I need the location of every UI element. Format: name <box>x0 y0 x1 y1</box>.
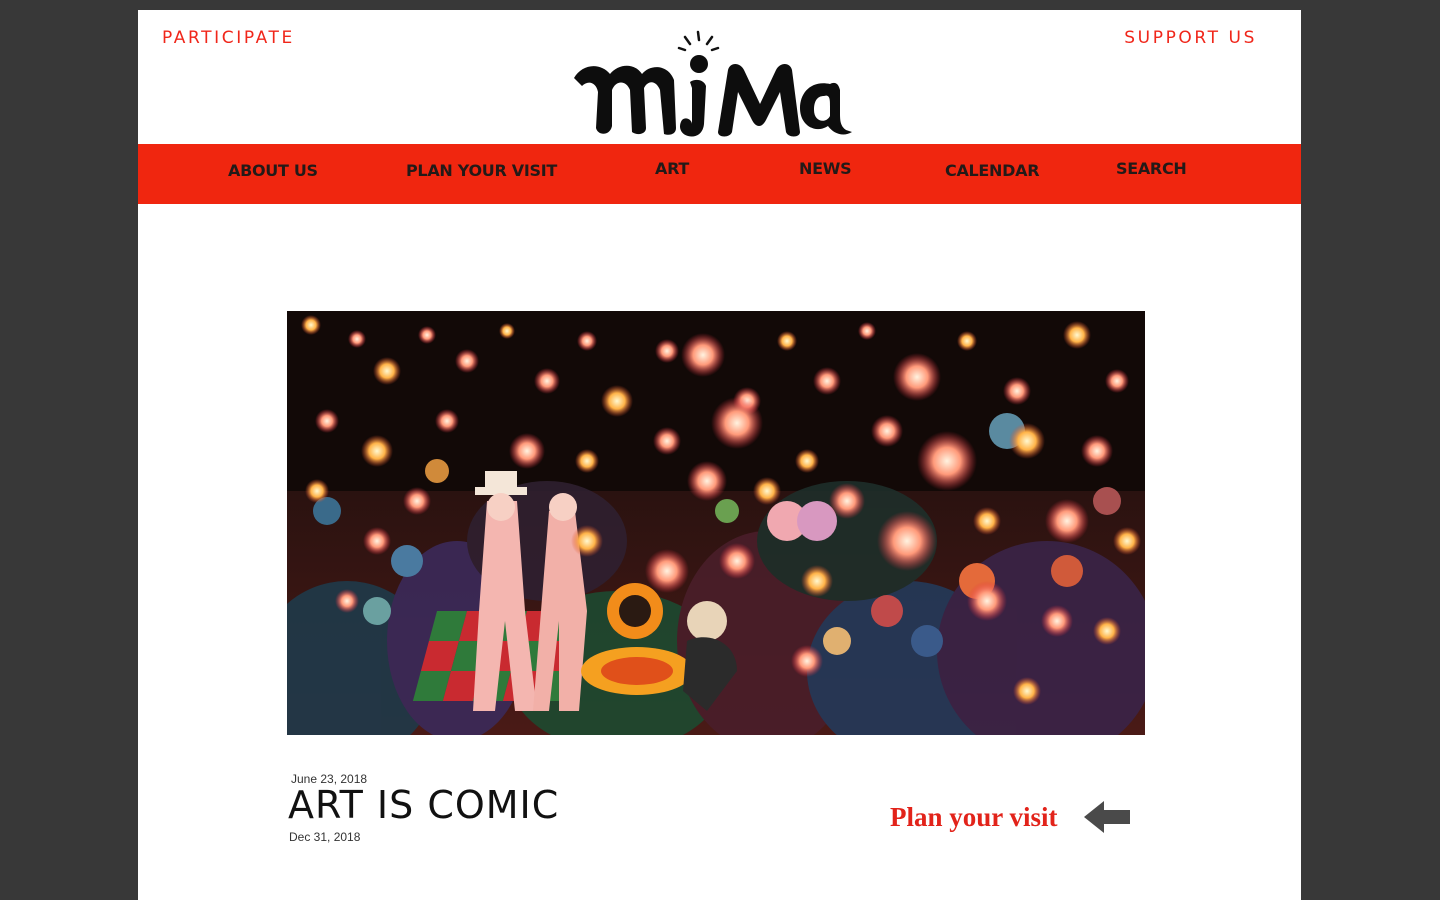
arrow-left-icon <box>1083 801 1130 833</box>
nav-search[interactable]: SEARCH <box>1116 159 1187 178</box>
mima-logo-mark <box>574 30 852 137</box>
nav-about-us[interactable]: ABOUT US <box>228 161 318 180</box>
painting-illustration <box>257 311 1157 761</box>
nav-calendar[interactable]: CALENDAR <box>945 161 1040 180</box>
nav-news[interactable]: NEWS <box>799 159 852 178</box>
participate-link[interactable]: PARTICIPATE <box>162 28 295 48</box>
plan-your-visit-label: Plan your visit <box>890 801 1058 832</box>
nav-art[interactable]: ART <box>655 159 689 178</box>
nav-plan-your-visit[interactable]: PLAN YOUR VISIT <box>406 161 557 180</box>
exhibition-end-date: Dec 31, 2018 <box>289 830 361 844</box>
exhibition-hero-image[interactable] <box>257 311 1157 761</box>
page: PARTICIPATE SUPPORT US ABOUT US PLAN YOU <box>138 10 1301 900</box>
mima-logo[interactable] <box>568 20 868 144</box>
exhibition-title[interactable]: ART IS COMIC <box>288 783 559 827</box>
main-nav: ABOUT US PLAN YOUR VISIT ART NEWS CALEND… <box>138 144 1301 204</box>
plan-your-visit-cta[interactable]: Plan your visit <box>890 799 1132 835</box>
support-us-link[interactable]: SUPPORT US <box>1124 28 1257 48</box>
